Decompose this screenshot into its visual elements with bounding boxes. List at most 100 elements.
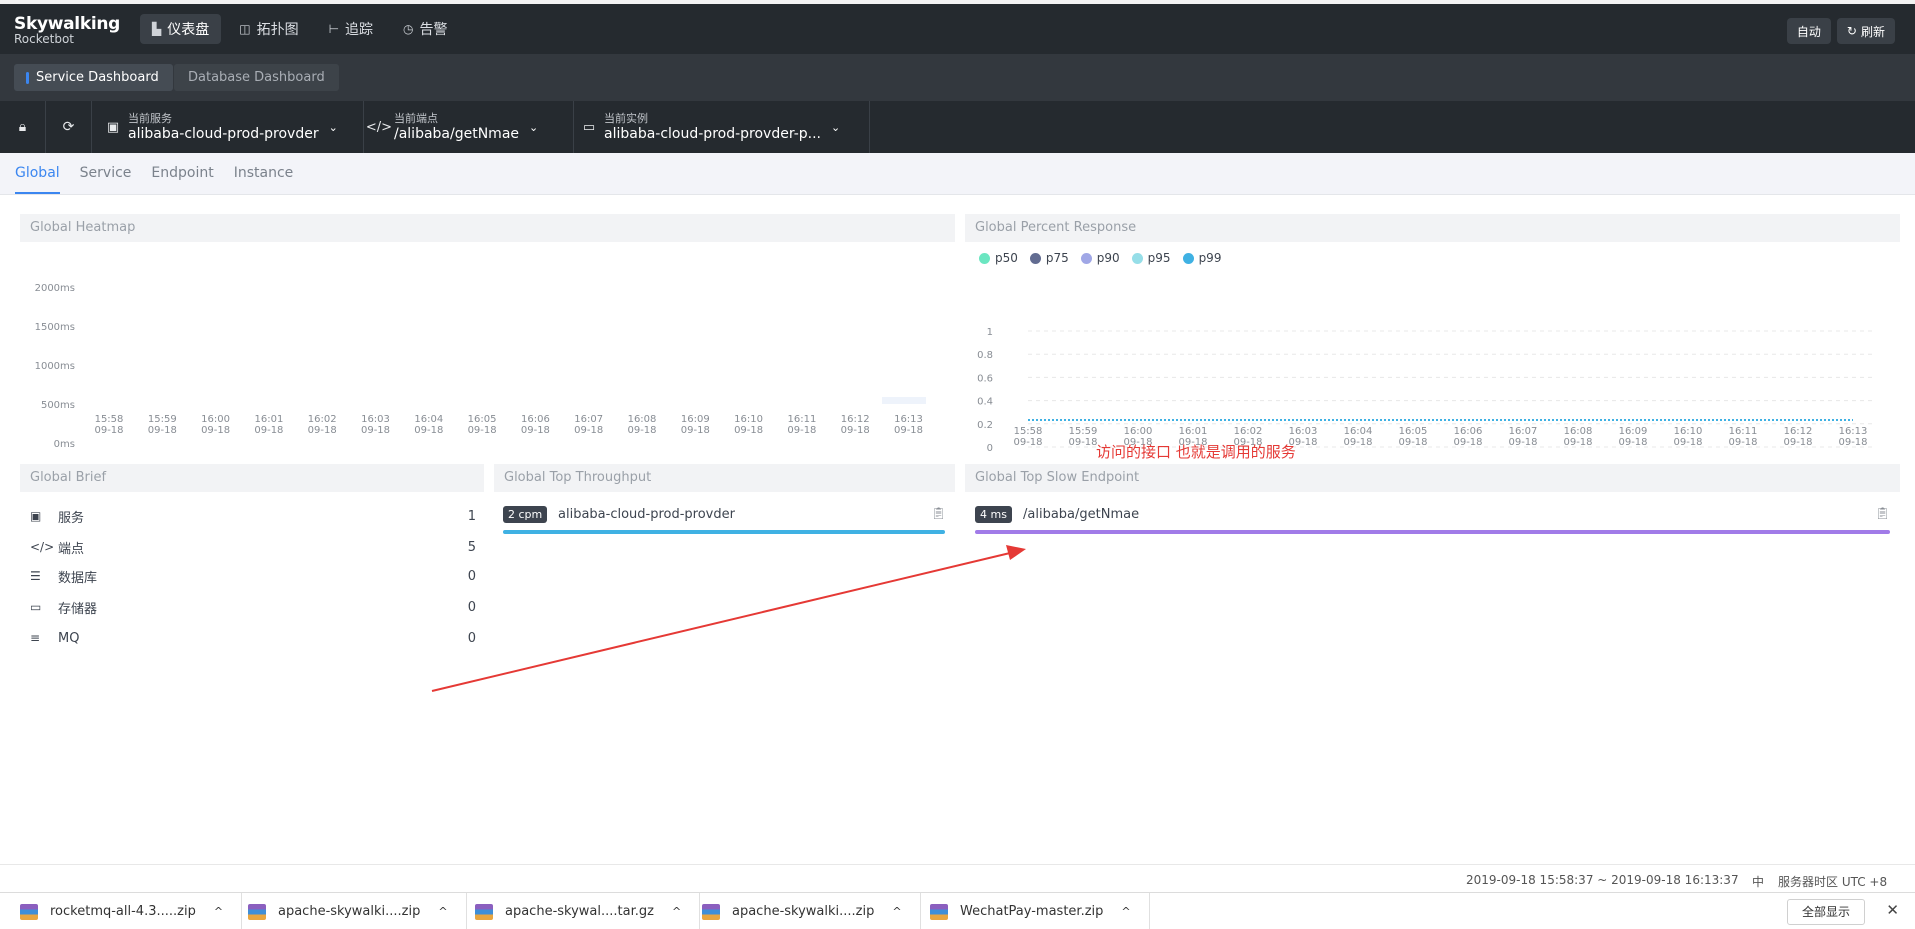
clipboard-icon[interactable]: 📋︎: [931, 506, 946, 520]
chevron-up-icon[interactable]: ^: [214, 905, 223, 918]
heatmap-x-tick: 16:04: [414, 414, 443, 425]
percent-x-tick: 16:02: [1234, 426, 1263, 437]
throughput-bar: [503, 530, 945, 534]
heatmap-x-date: 09-18: [521, 425, 550, 436]
heatmap-x-tick: 16:11: [787, 414, 816, 425]
download-item[interactable]: WechatPay-master.zip ^: [910, 893, 1150, 929]
tab-instance[interactable]: Instance: [234, 153, 294, 194]
clipboard-icon[interactable]: 📋︎: [1875, 506, 1890, 520]
close-icon[interactable]: ✕: [1886, 901, 1899, 919]
percent-x-tick: 16:08: [1564, 426, 1593, 437]
heatmap-x-date: 09-18: [681, 425, 710, 436]
percent-x-tick: 16:00: [1124, 426, 1153, 437]
throughput-badge: 2 cpm: [503, 506, 548, 523]
heatmap-x-date: 09-18: [414, 425, 443, 436]
instance-selector-text: 当前实例 alibaba-cloud-prod-provder-p...: [604, 112, 821, 143]
time-range[interactable]: 2019-09-18 15:58:37 ~ 2019-09-18 16:13:3…: [1466, 873, 1739, 887]
heatmap-x-tick: 16:13: [894, 414, 923, 425]
archive-icon: [475, 903, 493, 920]
percent-x-tick: 16:12: [1784, 426, 1813, 437]
language-toggle[interactable]: 中: [1752, 873, 1764, 890]
percent-x-tick: 15:58: [1014, 426, 1043, 437]
nav-dashboard[interactable]: ▙ 仪表盘: [140, 14, 222, 44]
show-all-downloads-button[interactable]: 全部显示: [1786, 899, 1865, 925]
topology-icon: ◫: [239, 22, 251, 36]
service-selector[interactable]: ▣ 当前服务 alibaba-cloud-prod-provder ⌄: [98, 101, 364, 153]
slow-badge: 4 ms: [975, 506, 1012, 523]
archive-icon: [248, 903, 266, 920]
percent-y-tick: 0: [987, 443, 993, 454]
service-selector-text: 当前服务 alibaba-cloud-prod-provder: [128, 112, 319, 143]
chevron-up-icon[interactable]: ^: [892, 905, 901, 918]
brief-endpoint-value: 5: [467, 539, 476, 555]
auto-button[interactable]: 自动: [1786, 18, 1831, 44]
archive-icon: [930, 903, 948, 920]
nav-dashboard-label: 仪表盘: [167, 22, 210, 38]
heatmap-x-tick: 16:07: [574, 414, 603, 425]
download-item[interactable]: rocketmq-all-4.3.....zip ^: [0, 893, 243, 929]
nav-topology[interactable]: ◫ 拓扑图: [227, 14, 310, 44]
brief-row-endpoint: </> 端点 5: [30, 537, 476, 557]
download-filename: apache-skywalki....zip: [278, 904, 421, 919]
slow-panel: Global Top Slow Endpoint: [965, 464, 1900, 492]
top-nav-bar: Skywalking Rocketbot ▙ 仪表盘 ◫ 拓扑图 ⊢ 追踪 ◷ …: [0, 0, 1915, 54]
brief-row-database: ☰ 数据库 0: [30, 566, 476, 586]
chevron-up-icon[interactable]: ^: [672, 905, 681, 918]
dashboard-tabs-bar: Service Dashboard Database Dashboard: [0, 54, 1915, 101]
percent-x-tick: 16:03: [1289, 426, 1318, 437]
throughput-item[interactable]: 2 cpm alibaba-cloud-prod-provder 📋︎: [503, 506, 946, 536]
percent-x-date: 09-18: [1728, 437, 1757, 448]
nav-alarm[interactable]: ◷ 告警: [391, 14, 459, 44]
lock-button[interactable]: 🔒︎: [0, 101, 46, 153]
reload-button[interactable]: ⟳: [46, 101, 92, 153]
tab-service-dashboard[interactable]: Service Dashboard: [14, 64, 173, 91]
logo-subtitle: Rocketbot: [14, 32, 75, 46]
percent-x-tick: 16:10: [1674, 426, 1703, 437]
endpoint-selector-text: 当前端点 /alibaba/getNmae: [394, 112, 519, 143]
downloads-bar: rocketmq-all-4.3.....zip ^ apache-skywal…: [0, 892, 1915, 929]
tab-service[interactable]: Service: [80, 153, 132, 194]
heatmap-x-tick: 15:58: [95, 414, 124, 425]
percent-x-tick: 16:11: [1729, 426, 1758, 437]
nav-trace[interactable]: ⊢ 追踪: [317, 14, 385, 44]
heatmap-x-date: 09-18: [734, 425, 763, 436]
chevron-down-icon: ⌄: [529, 120, 539, 134]
percent-y-tick: 0.8: [977, 350, 993, 361]
service-selector-value: alibaba-cloud-prod-provder: [128, 125, 319, 142]
tab-global[interactable]: Global: [15, 153, 60, 194]
alarm-icon: ◷: [403, 22, 414, 36]
heatmap-chart: 2000ms1500ms1000ms500ms0ms 15:5809-1815:…: [35, 283, 926, 450]
percent-panel: Global Percent Response p50 p75 p90 p95 …: [965, 214, 1900, 454]
main-nav: ▙ 仪表盘 ◫ 拓扑图 ⊢ 追踪 ◷ 告警: [140, 14, 460, 44]
download-filename: rocketmq-all-4.3.....zip: [50, 904, 196, 919]
slow-endpoint-item[interactable]: 4 ms /alibaba/getNmae 📋︎: [975, 506, 1890, 536]
heatmap-y-tick: 500ms: [41, 400, 75, 411]
heatmap-x-date: 09-18: [308, 425, 337, 436]
heatmap-x-date: 09-18: [361, 425, 390, 436]
refresh-button[interactable]: ↻ 刷新: [1836, 18, 1895, 44]
lock-icon: ▣: [30, 509, 42, 523]
download-item[interactable]: apache-skywal....tar.gz ^: [455, 893, 701, 929]
service-icon: ▣: [106, 119, 120, 135]
instance-selector[interactable]: ▭ 当前实例 alibaba-cloud-prod-provder-p... ⌄: [574, 101, 870, 153]
nav-alarm-label: 告警: [419, 22, 448, 38]
percent-x-tick: 16:09: [1619, 426, 1648, 437]
percent-x-date: 09-18: [1343, 437, 1372, 448]
chevron-up-icon[interactable]: ^: [1121, 905, 1130, 918]
footer-status-bar: 2019-09-18 15:58:37 ~ 2019-09-18 16:13:3…: [0, 864, 1915, 892]
brief-database-value: 0: [467, 568, 476, 584]
logo[interactable]: Skywalking Rocketbot: [14, 14, 120, 46]
percent-x-date: 09-18: [1618, 437, 1647, 448]
endpoint-selector[interactable]: </> 当前端点 /alibaba/getNmae ⌄: [364, 101, 574, 153]
heatmap-y-tick: 2000ms: [35, 283, 75, 294]
brief-row-mq: ≡ MQ 0: [30, 628, 476, 648]
heatmap-x-date: 09-18: [574, 425, 603, 436]
tab-endpoint[interactable]: Endpoint: [151, 153, 213, 194]
percent-y-tick: 0.4: [977, 397, 993, 408]
download-item[interactable]: apache-skywalki....zip ^: [228, 893, 467, 929]
tab-database-dashboard[interactable]: Database Dashboard: [174, 64, 339, 91]
chevron-up-icon[interactable]: ^: [438, 905, 447, 918]
heatmap-x-tick: 15:59: [148, 414, 177, 425]
download-item[interactable]: apache-skywalki....zip ^: [682, 893, 921, 929]
heatmap-x-tick: 16:06: [521, 414, 550, 425]
